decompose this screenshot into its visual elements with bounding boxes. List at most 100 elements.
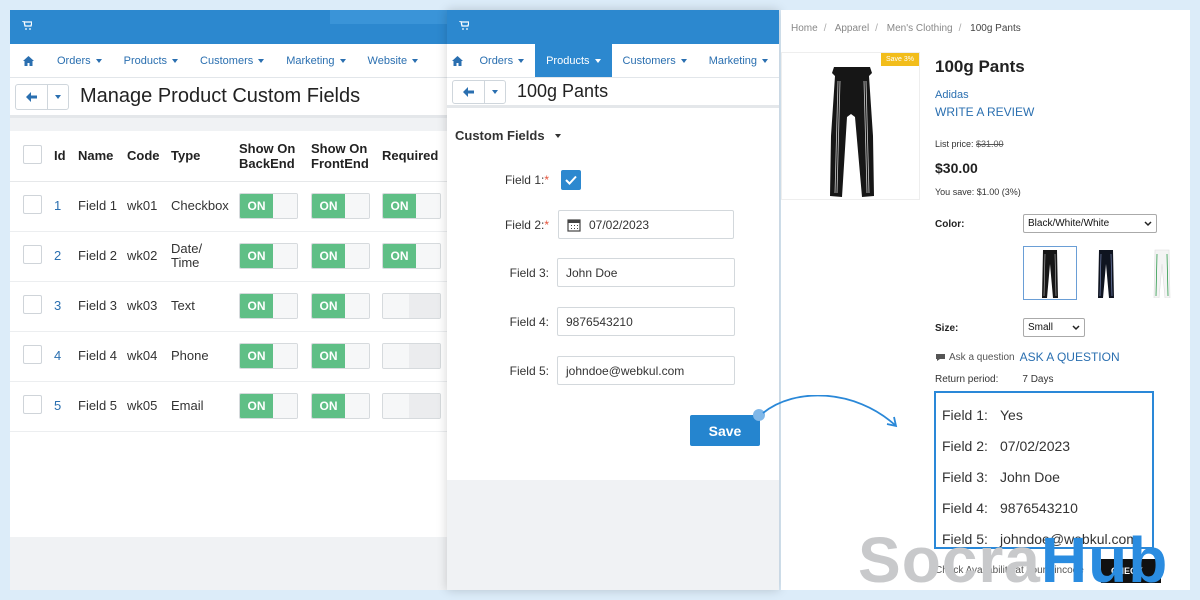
breadcrumb-mens-clothing[interactable]: Men's Clothing	[887, 23, 953, 34]
show-frontend-toggle[interactable]: ON	[311, 193, 370, 219]
back-button[interactable]	[453, 80, 485, 103]
ask-question-button[interactable]: ASK A QUESTION	[1020, 350, 1120, 364]
field-name: Field 4	[74, 331, 123, 382]
nav-customers[interactable]: Customers	[189, 44, 275, 77]
caret-down-icon	[172, 58, 179, 63]
caret-down-icon	[518, 58, 525, 63]
list-price-label: List price:	[935, 139, 974, 149]
field-2-date-input[interactable]: 07/02/2023	[558, 210, 734, 239]
toggle-on-label: ON	[312, 244, 345, 268]
nav-marketing[interactable]: Marketing	[275, 44, 356, 77]
caret-down-icon	[339, 58, 346, 63]
field-1-label: Field 1:*	[504, 173, 549, 187]
select-all-checkbox[interactable]	[23, 144, 42, 164]
home-icon[interactable]	[447, 55, 468, 66]
breadcrumb-home[interactable]: Home	[791, 23, 818, 34]
field-type: Checkbox	[167, 181, 235, 232]
show-backend-toggle[interactable]: ON	[239, 243, 298, 269]
toggle-on-label: ON	[383, 244, 416, 268]
custom-fields-section-toggle[interactable]: Custom Fields	[455, 128, 561, 143]
color-select[interactable]: Black/White/White	[1023, 214, 1157, 233]
nav-orders[interactable]: Orders	[46, 44, 113, 77]
required-mark: *	[544, 217, 549, 232]
field-4-input[interactable]: 9876543210	[557, 307, 735, 336]
home-icon[interactable]	[10, 55, 46, 66]
return-period: Return period: 7 Days	[935, 374, 1054, 385]
table-row[interactable]: 3 Field 3 wk03 Text ON ON	[10, 281, 450, 332]
show-backend-toggle[interactable]: ON	[239, 343, 298, 369]
field-id-link[interactable]: 1	[50, 181, 74, 232]
toggle-on-label: ON	[312, 294, 345, 318]
product-image[interactable]: Save 3%	[781, 52, 920, 200]
field-2-row: Field 2:* 07/02/2023	[447, 210, 779, 239]
color-swatch-white[interactable]	[1135, 246, 1189, 300]
back-button-group	[15, 83, 69, 110]
color-swatch-black-white[interactable]	[1023, 246, 1077, 300]
cart-icon[interactable]	[459, 21, 469, 30]
required-toggle[interactable]: ON	[382, 193, 441, 219]
brand-link[interactable]: Adidas	[935, 89, 969, 101]
field-type: Text	[167, 281, 235, 332]
breadcrumb-apparel[interactable]: Apparel	[835, 23, 869, 34]
required-toggle[interactable]	[382, 393, 441, 419]
table-row[interactable]: 4 Field 4 wk04 Phone ON ON	[10, 331, 450, 382]
table-row[interactable]: 5 Field 5 wk05 Email ON ON	[10, 381, 450, 432]
row-checkbox[interactable]	[23, 195, 42, 214]
nav-label: Orders	[479, 54, 514, 67]
custom-fields-form: Custom Fields Field 1:* Field 2:* 07/02/…	[447, 108, 779, 480]
row-checkbox[interactable]	[23, 295, 42, 314]
nav-products[interactable]: Products	[113, 44, 189, 77]
show-backend-toggle[interactable]: ON	[239, 193, 298, 219]
field-id-link[interactable]: 5	[50, 381, 74, 432]
back-button[interactable]	[16, 84, 48, 109]
toggle-on-label: ON	[240, 294, 273, 318]
required-toggle[interactable]: ON	[382, 243, 441, 269]
show-frontend-toggle[interactable]: ON	[311, 393, 370, 419]
table-row[interactable]: 1 Field 1 wk01 Checkbox ON ON ON	[10, 181, 450, 232]
col-code: Code	[123, 131, 167, 182]
required-toggle[interactable]	[382, 293, 441, 319]
back-dropdown-button[interactable]	[48, 85, 68, 109]
cart-icon[interactable]	[22, 21, 32, 30]
show-frontend-toggle[interactable]: ON	[311, 293, 370, 319]
row-checkbox[interactable]	[23, 245, 42, 264]
nav-products-active[interactable]: Products	[535, 44, 612, 77]
field-1-checkbox[interactable]	[561, 170, 581, 190]
row-checkbox[interactable]	[23, 395, 42, 414]
nav-customers[interactable]: Customers	[612, 44, 698, 77]
row-checkbox[interactable]	[23, 345, 42, 364]
admin-nav: Orders Products Customers Marketing	[447, 44, 779, 78]
nav-marketing[interactable]: Marketing	[698, 44, 779, 77]
ask-question-small-link[interactable]: Ask a question	[949, 352, 1015, 363]
calendar-icon[interactable]	[567, 218, 581, 232]
field-code: wk05	[123, 381, 167, 432]
toggle-on-label: ON	[240, 394, 273, 418]
list-price-value: $31.00	[976, 139, 1004, 149]
product-price: $30.00	[935, 160, 978, 176]
back-dropdown-button[interactable]	[485, 81, 505, 103]
caret-down-icon	[762, 58, 768, 63]
field-5-input[interactable]: johndoe@webkul.com	[557, 356, 735, 385]
table-row[interactable]: 2 Field 2 wk02 Date/ Time ON ON ON	[10, 231, 450, 282]
show-backend-toggle[interactable]: ON	[239, 393, 298, 419]
field-3-row: Field 3: John Doe	[447, 258, 779, 287]
field-id-link[interactable]: 4	[50, 331, 74, 382]
show-frontend-toggle[interactable]: ON	[311, 343, 370, 369]
field-3-input[interactable]: John Doe	[557, 258, 735, 287]
product-name: 100g Pants	[935, 57, 1025, 76]
show-frontend-toggle[interactable]: ON	[311, 243, 370, 269]
field-type: Email	[167, 381, 235, 432]
return-period-value: 7 Days	[1022, 374, 1054, 385]
admin-top-bar	[10, 10, 450, 44]
color-swatch-black-blue[interactable]	[1079, 246, 1133, 300]
show-backend-toggle[interactable]: ON	[239, 293, 298, 319]
field-id-link[interactable]: 2	[50, 231, 74, 282]
field-id-link[interactable]: 3	[50, 281, 74, 332]
nav-website[interactable]: Website	[357, 44, 430, 77]
required-toggle[interactable]	[382, 343, 441, 369]
top-bar-decoration	[330, 10, 450, 24]
cf-label: Field 1:	[942, 406, 988, 423]
size-select[interactable]: Small	[1023, 318, 1085, 337]
nav-orders[interactable]: Orders	[468, 44, 535, 77]
write-review-link[interactable]: WRITE A REVIEW	[935, 105, 1034, 119]
